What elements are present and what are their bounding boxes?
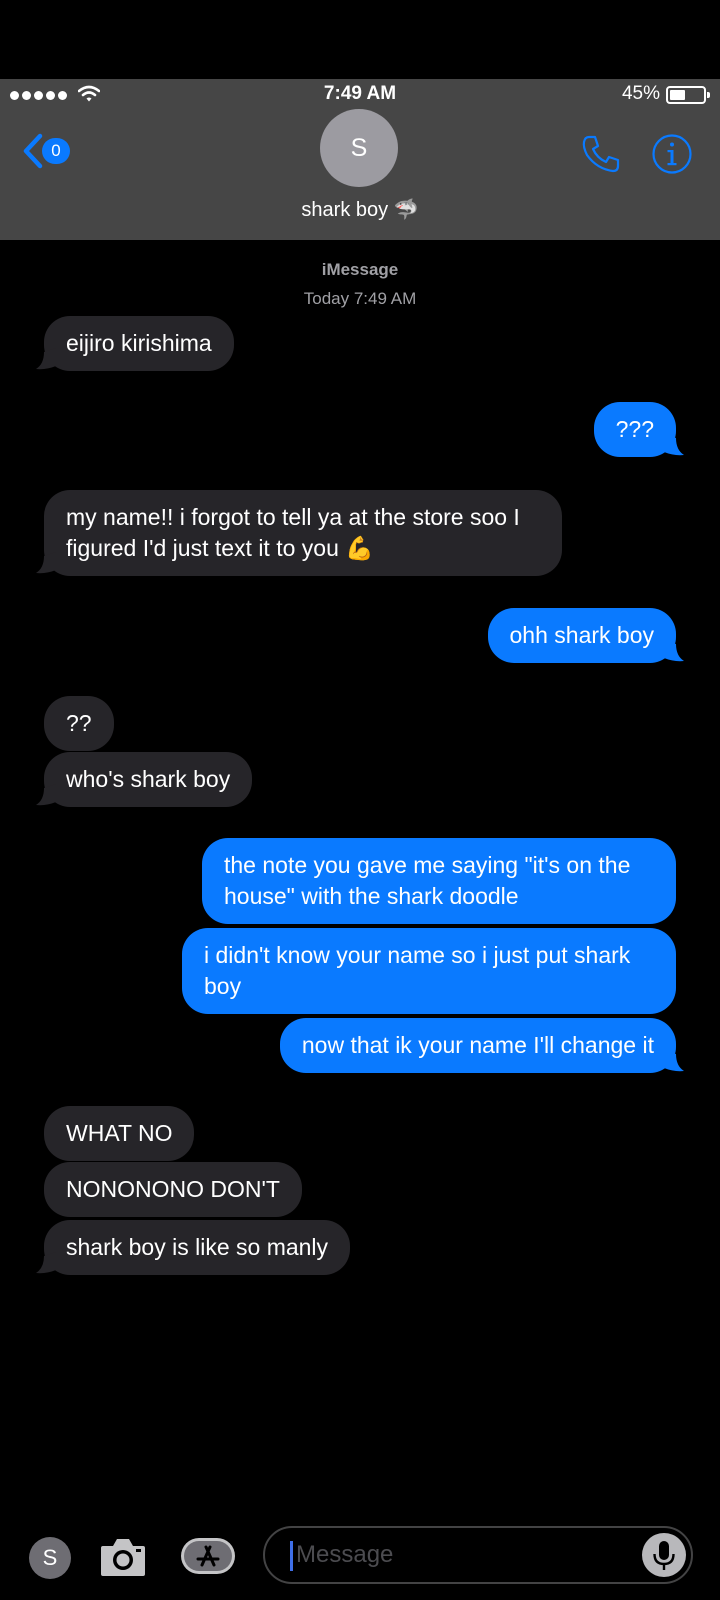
compose-bar: S Message: [0, 1520, 720, 1600]
message-bubble-outgoing[interactable]: the note you gave me saying "it's on the…: [202, 838, 676, 924]
message-bubble-incoming[interactable]: NONONONO DON'T: [44, 1162, 302, 1217]
bubble-tail: [36, 348, 56, 370]
message-bubble-incoming[interactable]: shark boy is like so manly: [44, 1220, 351, 1275]
bubble-tail: [36, 1252, 56, 1274]
conversation-header: 0 S shark boy 🦈: [0, 109, 720, 240]
chevron-left-icon: [23, 133, 43, 169]
thread-timestamp: Today 7:49 AM: [303, 289, 417, 308]
microphone-button[interactable]: [642, 1533, 686, 1577]
message-bubble-incoming[interactable]: eijiro kirishima: [44, 316, 234, 371]
bubble-tail: [664, 640, 684, 662]
unread-count-badge: 0: [42, 138, 70, 164]
bubble-tail: [36, 784, 56, 806]
message-bubble-incoming[interactable]: ??: [44, 696, 114, 751]
battery-percent: 45%: [621, 83, 660, 104]
message-bubble-outgoing[interactable]: i didn't know your name so i just put sh…: [182, 928, 676, 1014]
camera-icon[interactable]: [99, 1534, 147, 1583]
contact-name[interactable]: shark boy 🦈: [0, 197, 720, 222]
phone-call-icon[interactable]: [580, 133, 622, 180]
microphone-icon: [653, 1541, 675, 1570]
message-bubble-outgoing[interactable]: now that ik your name I'll change it: [279, 1018, 676, 1073]
bubble-tail: [36, 552, 56, 574]
text-cursor: [290, 1541, 293, 1571]
contact-avatar[interactable]: S: [320, 109, 398, 187]
message-bubble-incoming[interactable]: who's shark boy: [44, 752, 253, 807]
app-store-icon[interactable]: [180, 1534, 238, 1583]
message-placeholder: Message: [296, 1541, 394, 1568]
message-bubble-incoming[interactable]: my name!! i forgot to tell ya at the sto…: [44, 490, 562, 576]
memoji-app-button[interactable]: S: [29, 1537, 71, 1579]
battery-fill: [670, 90, 685, 100]
battery-icon: [666, 86, 710, 104]
service-label: iMessage: [321, 260, 399, 279]
message-bubble-incoming[interactable]: WHAT NO: [44, 1106, 195, 1161]
bubble-tail: [664, 434, 684, 456]
status-time: 7:49 AM: [323, 83, 397, 104]
message-input[interactable]: Message: [263, 1526, 693, 1584]
back-button[interactable]: 0: [22, 133, 70, 169]
message-bubble-outgoing[interactable]: ohh shark boy: [487, 608, 676, 663]
status-bar: 7:49 AM 45%: [0, 79, 720, 113]
info-icon[interactable]: [651, 133, 693, 180]
bubble-tail: [664, 1050, 684, 1072]
